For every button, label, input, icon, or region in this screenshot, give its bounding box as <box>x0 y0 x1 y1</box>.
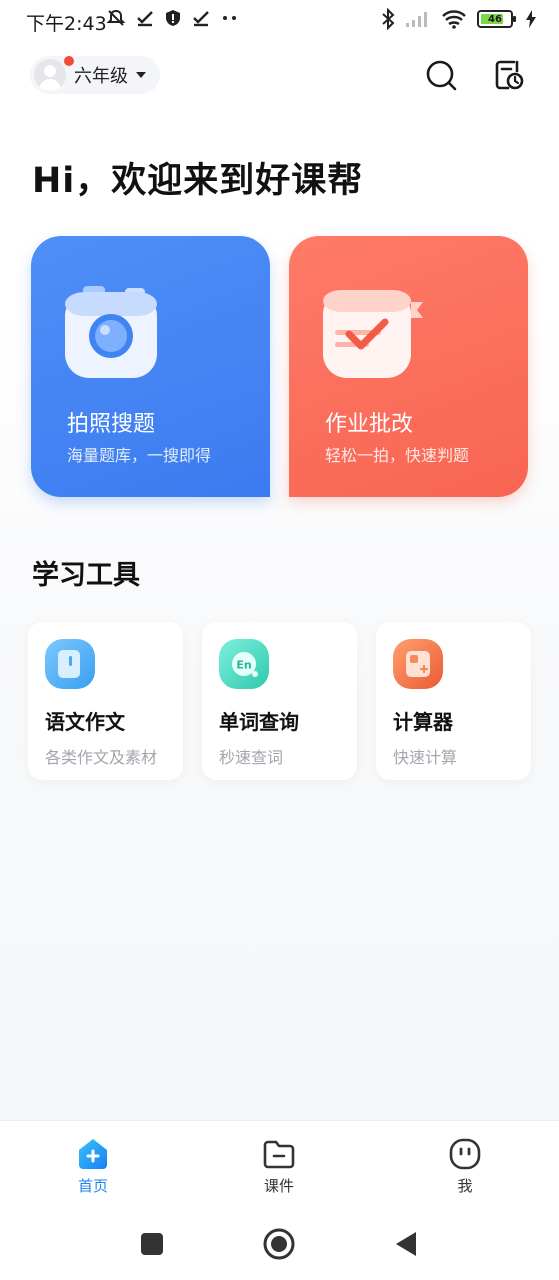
notification-dot <box>64 56 74 66</box>
tool-desc: 快速计算 <box>393 748 458 767</box>
avatar[interactable] <box>34 59 66 91</box>
history-icon[interactable] <box>492 58 526 92</box>
tab-me[interactable]: 我 <box>425 1137 505 1196</box>
charging-icon <box>526 10 536 28</box>
card-title: 作业批改 <box>325 412 414 437</box>
check-clipboard-icon <box>323 290 423 378</box>
notification-icons <box>106 8 240 28</box>
tool-name: 语文作文 <box>45 710 125 734</box>
tool-chinese-essay[interactable]: 语文作文 各类作文及素材 <box>28 622 183 780</box>
system-icons: 46 <box>381 8 537 30</box>
svg-text:En: En <box>236 659 251 672</box>
folder-icon <box>263 1140 295 1169</box>
card-title: 拍照搜题 <box>67 412 156 437</box>
tab-label: 首页 <box>77 1177 108 1195</box>
recents-icon[interactable] <box>140 1232 164 1256</box>
tool-desc: 各类作文及素材 <box>45 748 158 767</box>
en-word-icon: En <box>219 639 269 689</box>
shield-icon <box>166 10 180 26</box>
card-subtitle: 海量题库，一搜即得 <box>67 446 212 465</box>
grade-selector[interactable]: 六年级 <box>30 56 160 94</box>
tool-word-lookup[interactable]: En 单词查询 秒速查词 <box>202 622 357 780</box>
tool-name: 单词查询 <box>219 710 299 734</box>
search-icon[interactable] <box>424 58 458 92</box>
bell-muted-icon <box>106 9 126 26</box>
card-subtitle: 轻松一拍，快速判题 <box>325 446 470 465</box>
chevron-down-icon <box>136 72 146 78</box>
more-dots-icon <box>223 16 236 20</box>
bottom-nav: 首页 课件 我 <box>0 1120 559 1208</box>
face-icon <box>449 1138 481 1170</box>
wifi-icon <box>442 10 466 29</box>
greeting-title: Hi，欢迎来到好课帮 <box>32 161 364 201</box>
tool-calculator[interactable]: 计算器 快速计算 <box>376 622 531 780</box>
check-icon <box>137 11 153 27</box>
home-icon <box>79 1139 107 1169</box>
battery-icon: 46 <box>477 10 516 28</box>
tool-desc: 秒速查词 <box>219 748 284 767</box>
tab-label: 课件 <box>263 1177 294 1195</box>
homework-check-card[interactable]: 作业批改 轻松一拍，快速判题 <box>289 236 528 497</box>
status-bar: 下午2:43 46 <box>0 0 559 40</box>
camera-icon <box>65 286 157 378</box>
signal-icon <box>406 12 427 27</box>
status-time: 下午2:43 <box>26 13 107 35</box>
book-icon <box>45 639 95 689</box>
home-circle-icon[interactable] <box>263 1228 295 1260</box>
back-icon[interactable] <box>394 1230 418 1258</box>
tab-label: 我 <box>457 1177 473 1195</box>
tool-name: 计算器 <box>393 710 453 734</box>
bluetooth-icon <box>382 8 395 30</box>
calculator-icon <box>393 639 443 689</box>
tab-courseware[interactable]: 课件 <box>239 1137 319 1196</box>
system-nav-bar <box>0 1208 559 1280</box>
tab-home[interactable]: 首页 <box>53 1137 133 1196</box>
section-title: 学习工具 <box>32 560 140 591</box>
photo-search-card[interactable]: 拍照搜题 海量题库，一搜即得 <box>31 236 270 497</box>
check-icon <box>193 11 209 27</box>
grade-label: 六年级 <box>74 66 128 87</box>
